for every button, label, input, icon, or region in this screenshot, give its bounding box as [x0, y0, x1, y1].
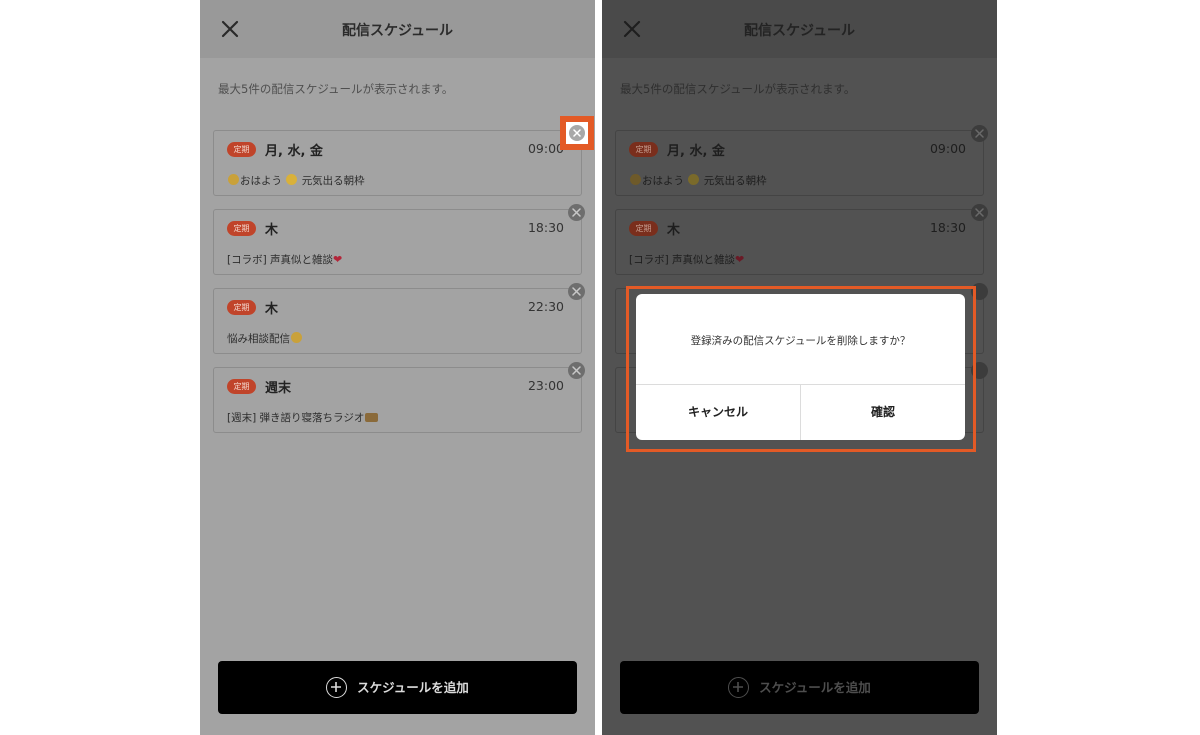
regular-badge: 定期 [227, 221, 256, 236]
schedule-days: 木 [667, 223, 681, 238]
circle-x-icon [572, 208, 581, 217]
delete-schedule-button[interactable] [568, 283, 585, 300]
schedule-title: [コラボ] 声真似と雑談❤ [227, 253, 343, 266]
schedule-days: 木 [265, 302, 279, 317]
emoji-icon [286, 174, 298, 185]
highlight-delete-button [560, 116, 594, 150]
add-schedule-button[interactable]: スケジュールを追加 [620, 661, 979, 714]
schedule-time: 22:30 [527, 299, 564, 314]
schedule-card[interactable]: 定期 月, 水, 金 09:00 おはよう 元気出る朝枠 [213, 130, 582, 196]
schedule-screen-before: 配信スケジュール 最大5件の配信スケジュールが表示されます。 定期 月, 水, … [200, 0, 595, 735]
delete-schedule-button[interactable] [971, 204, 988, 221]
schedule-title: [週末] 弾き語り寝落ちラジオ [227, 410, 379, 425]
add-schedule-button[interactable]: スケジュールを追加 [218, 661, 577, 714]
dialog-message: 登録済みの配信スケジュールを削除しますか？ [690, 335, 911, 347]
delete-schedule-button[interactable] [569, 125, 585, 141]
circle-x-icon [975, 208, 984, 217]
confirm-button[interactable]: 確認 [801, 385, 965, 440]
add-schedule-label: スケジュールを追加 [759, 680, 871, 695]
radio-icon [365, 413, 379, 422]
schedule-time: 18:30 [527, 220, 564, 235]
delete-schedule-button[interactable] [971, 125, 988, 142]
schedule-time: 09:00 [929, 141, 966, 156]
plus-circle-icon [326, 677, 348, 698]
schedule-time: 18:30 [929, 220, 966, 235]
schedule-days: 月, 水, 金 [265, 144, 323, 159]
emoji-icon [630, 174, 641, 185]
emoji-icon [688, 174, 700, 185]
schedule-title: おはよう 元気出る朝枠 [227, 173, 365, 188]
circle-x-icon [572, 287, 581, 296]
schedule-days: 木 [265, 223, 279, 238]
schedule-days: 週末 [265, 381, 292, 396]
plus-circle-icon [728, 677, 750, 698]
circle-x-icon [975, 129, 984, 138]
regular-badge: 定期 [227, 142, 256, 157]
header: 配信スケジュール [602, 0, 997, 58]
schedule-card[interactable]: 定期 週末 23:00 [週末] 弾き語り寝落ちラジオ [213, 367, 582, 433]
page-title: 配信スケジュール [341, 23, 454, 39]
regular-badge: 定期 [629, 221, 658, 236]
page-title: 配信スケジュール [743, 23, 856, 39]
delete-confirm-dialog: 登録済みの配信スケジュールを削除しますか？ キャンセル 確認 [636, 294, 965, 440]
schedule-card[interactable]: 定期 月, 水, 金 09:00 おはよう 元気出る朝枠 [615, 130, 984, 196]
emoji-icon [291, 332, 302, 343]
schedule-days: 月, 水, 金 [667, 144, 725, 159]
schedule-title: おはよう 元気出る朝枠 [629, 173, 767, 188]
heart-icon: ❤ [333, 253, 343, 266]
heart-icon: ❤ [735, 253, 745, 266]
circle-x-icon [573, 129, 581, 137]
regular-badge: 定期 [629, 142, 658, 157]
regular-badge: 定期 [227, 300, 256, 315]
schedule-card[interactable]: 定期 木 18:30 [コラボ] 声真似と雑談❤ [213, 209, 582, 275]
add-schedule-label: スケジュールを追加 [357, 680, 469, 695]
schedule-title: 悩み相談配信 [227, 331, 303, 346]
delete-schedule-button[interactable] [568, 204, 585, 221]
emoji-icon [228, 174, 239, 185]
schedule-limit-note: 最大5件の配信スケジュールが表示されます。 [218, 82, 454, 96]
cancel-button[interactable]: キャンセル [636, 385, 800, 440]
regular-badge: 定期 [227, 379, 256, 394]
schedule-card[interactable]: 定期 木 22:30 悩み相談配信 [213, 288, 582, 354]
circle-x-icon [572, 366, 581, 375]
header: 配信スケジュール [200, 0, 595, 58]
schedule-title: [コラボ] 声真似と雑談❤ [629, 253, 745, 266]
schedule-time: 23:00 [527, 378, 564, 393]
schedule-card[interactable]: 定期 木 18:30 [コラボ] 声真似と雑談❤ [615, 209, 984, 275]
schedule-time: 09:00 [527, 141, 564, 156]
delete-schedule-button[interactable] [568, 362, 585, 379]
schedule-limit-note: 最大5件の配信スケジュールが表示されます。 [620, 82, 856, 96]
